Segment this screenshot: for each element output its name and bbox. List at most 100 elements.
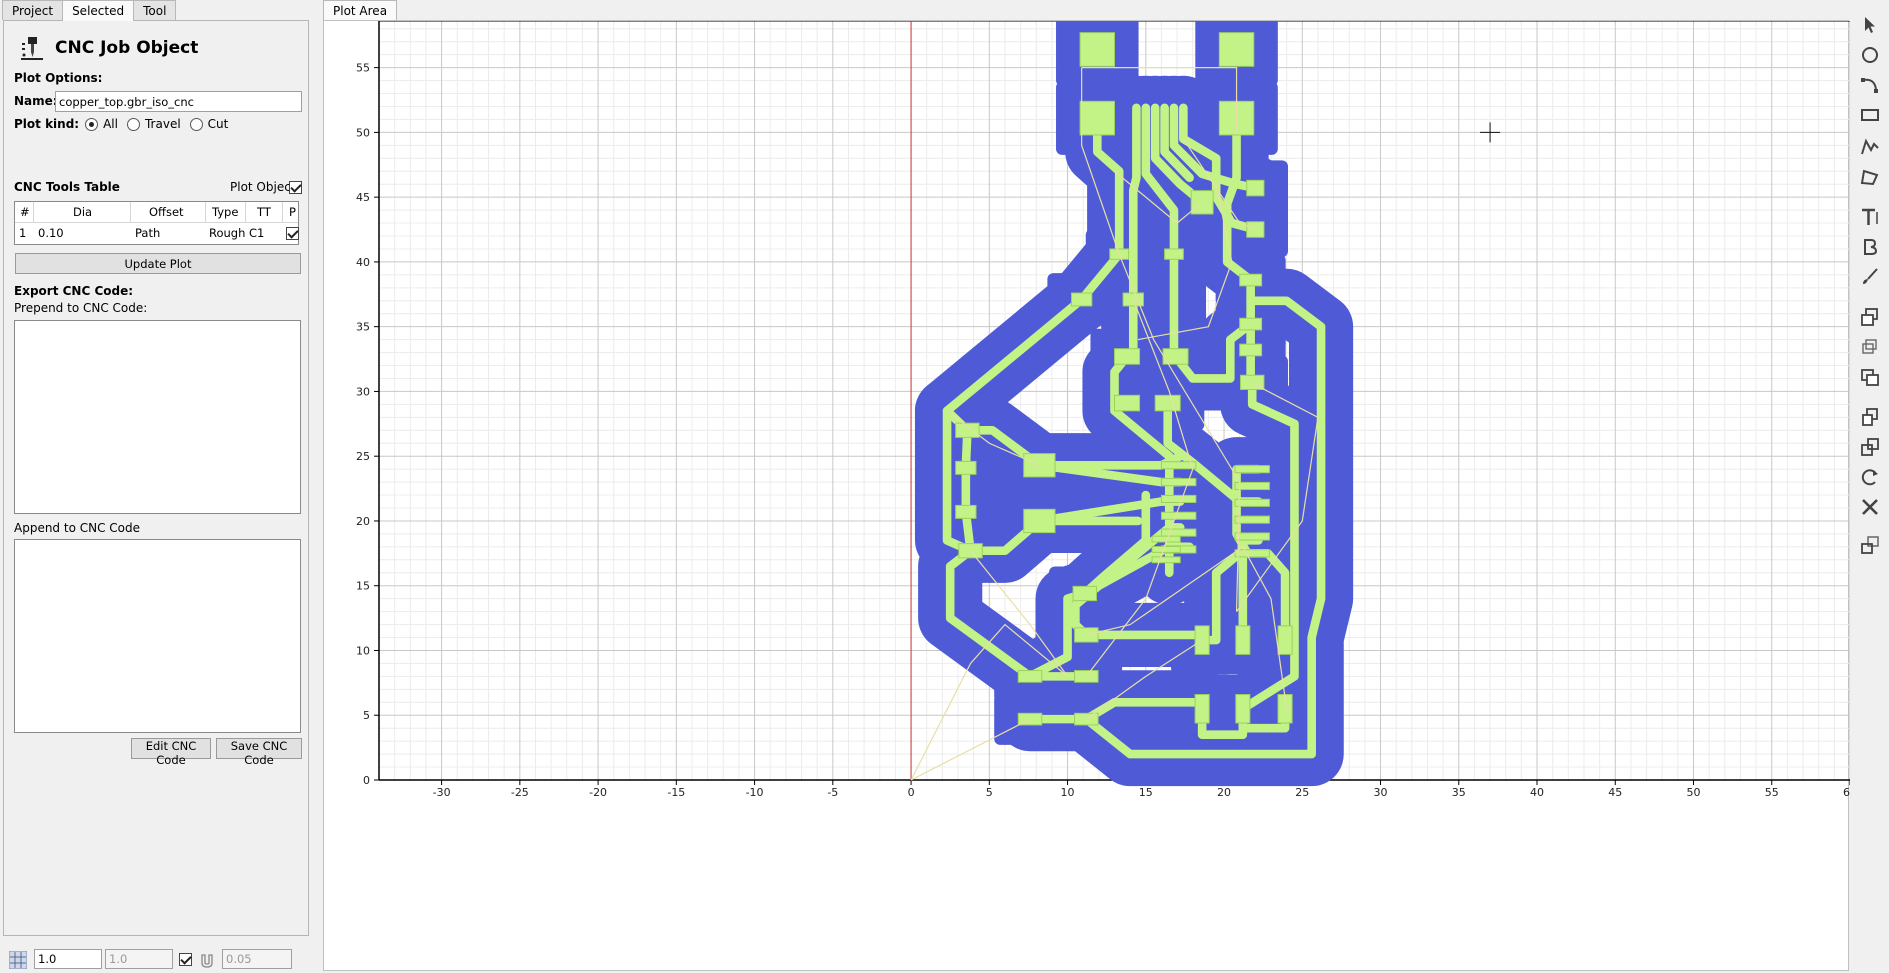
selected-properties-panel: CNC Job Object Plot Options: Name: Plot … bbox=[3, 20, 309, 936]
plot-kind-cut-radio[interactable] bbox=[189, 117, 203, 131]
rectangle-tool-icon[interactable] bbox=[1859, 104, 1881, 126]
plot-canvas[interactable]: -30 -25 -20 -15 -10 -5 0 5 10 15 20 25 30 35 40 45 50 55 6… bbox=[324, 21, 1850, 972]
copper-pad bbox=[1239, 273, 1263, 287]
buffer-tool-icon[interactable] bbox=[1859, 236, 1881, 258]
copper-pad bbox=[1114, 394, 1141, 412]
x-tick-label: -25 bbox=[511, 786, 529, 799]
plot-kind-label: Plot kind: bbox=[14, 117, 80, 131]
copper-pad bbox=[955, 460, 977, 475]
copper-pad bbox=[1070, 292, 1093, 307]
intersection-tool-icon[interactable] bbox=[1859, 336, 1881, 358]
tab-tool[interactable]: Tool bbox=[133, 0, 177, 20]
save-cnc-code-button[interactable]: Save CNC Code bbox=[216, 738, 302, 767]
delete-tool-icon[interactable] bbox=[1859, 496, 1881, 518]
text-tool-icon[interactable] bbox=[1859, 206, 1881, 228]
circle-tool-icon[interactable] bbox=[1859, 44, 1881, 66]
select-arrow-icon[interactable] bbox=[1859, 14, 1881, 36]
copper-pad bbox=[1277, 625, 1293, 655]
copper-pad bbox=[1160, 528, 1197, 537]
tool-offset-cell[interactable]: Path bbox=[135, 226, 160, 240]
copper-pad bbox=[955, 504, 977, 519]
copper-pad bbox=[1239, 317, 1263, 331]
x-tick-label: 60 bbox=[1843, 786, 1850, 799]
tool-type-cell[interactable]: Rough bbox=[209, 226, 245, 240]
object-title: CNC Job Object bbox=[19, 35, 198, 61]
tool-tt-cell[interactable]: C1 bbox=[249, 226, 264, 240]
path-tool-icon[interactable] bbox=[1859, 136, 1881, 158]
y-tick-label: 40 bbox=[356, 256, 370, 269]
copper-pad bbox=[1160, 511, 1197, 520]
x-tick-label: 0 bbox=[908, 786, 915, 799]
rotate-tool-icon[interactable] bbox=[1859, 466, 1881, 488]
cnc-tools-table-label: CNC Tools Table bbox=[14, 180, 120, 194]
col-num-header: # bbox=[20, 205, 30, 219]
tool-num-cell: 1 bbox=[19, 226, 27, 240]
x-tick-label: 20 bbox=[1217, 786, 1231, 799]
copy-tool-icon[interactable] bbox=[1859, 406, 1881, 428]
y-tick-label: 20 bbox=[356, 515, 370, 528]
copper-pad bbox=[1072, 585, 1098, 602]
col-type-header: Type bbox=[212, 205, 239, 219]
x-tick-label: 35 bbox=[1452, 786, 1466, 799]
tool-dia-cell[interactable]: 0.10 bbox=[38, 226, 64, 240]
x-tick-label: -30 bbox=[433, 786, 451, 799]
copper-pad bbox=[1246, 179, 1265, 197]
plot-kind-row: Plot kind: All Travel Cut bbox=[14, 117, 228, 131]
col-dia-header: Dia bbox=[73, 205, 93, 219]
x-tick-label: -5 bbox=[827, 786, 838, 799]
copper-pad bbox=[1079, 100, 1115, 136]
x-tick-label: 25 bbox=[1295, 786, 1309, 799]
grid-y-input[interactable] bbox=[105, 949, 173, 969]
union-tool-icon[interactable] bbox=[1859, 306, 1881, 328]
tab-selected[interactable]: Selected bbox=[62, 0, 135, 21]
snap-magnet-icon bbox=[201, 954, 213, 968]
copper-pad bbox=[1151, 546, 1181, 553]
cnc-tools-table: # Dia Offset Type TT P 1 0.10 Path Rough… bbox=[14, 201, 299, 245]
x-tick-label: 30 bbox=[1374, 786, 1388, 799]
plot-area[interactable]: -30 -25 -20 -15 -10 -5 0 5 10 15 20 25 30 35 40 45 50 55 6… bbox=[323, 20, 1850, 972]
plot-kind-all-radio[interactable] bbox=[85, 117, 99, 131]
move-tool-icon[interactable] bbox=[1859, 534, 1881, 556]
y-tick-label: 15 bbox=[356, 580, 370, 593]
prepend-textarea[interactable] bbox=[14, 320, 301, 514]
paint-tool-icon[interactable] bbox=[1859, 266, 1881, 288]
left-tab-bar: Project Selected Tool bbox=[2, 0, 177, 21]
x-tick-label: 10 bbox=[1061, 786, 1075, 799]
table-row[interactable]: 1 0.10 Path Rough C1 bbox=[15, 223, 299, 244]
copper-pad bbox=[1023, 508, 1056, 534]
copper-pad bbox=[1235, 625, 1251, 655]
copper-pad bbox=[1218, 32, 1255, 67]
polygon-tool-icon[interactable] bbox=[1859, 166, 1881, 188]
x-tick-label: -20 bbox=[589, 786, 607, 799]
copper-pad bbox=[1154, 394, 1181, 412]
col-offset-header: Offset bbox=[149, 205, 184, 219]
tab-project[interactable]: Project bbox=[2, 0, 64, 20]
snap-max-input[interactable] bbox=[222, 949, 292, 969]
grid-link-checkbox[interactable] bbox=[179, 953, 192, 966]
edit-cnc-code-button[interactable]: Edit CNC Code bbox=[131, 738, 211, 767]
copper-pad bbox=[1234, 532, 1270, 541]
copper-pad bbox=[1160, 478, 1197, 487]
append-textarea[interactable] bbox=[14, 539, 301, 733]
copper-pad bbox=[955, 422, 980, 438]
name-input[interactable] bbox=[55, 91, 302, 112]
y-tick-label: 30 bbox=[356, 385, 370, 398]
plot-kind-travel-radio[interactable] bbox=[126, 117, 140, 131]
subtract-tool-icon[interactable] bbox=[1859, 366, 1881, 388]
export-cnc-code-label: Export CNC Code: bbox=[14, 284, 134, 298]
arc-tool-icon[interactable] bbox=[1859, 74, 1881, 96]
plot-kind-travel-label: Travel bbox=[144, 117, 181, 131]
tab-plot-area[interactable]: Plot Area bbox=[323, 0, 398, 20]
copper-trace bbox=[1128, 103, 1141, 361]
copper-pad bbox=[1114, 348, 1141, 365]
crosshair-cursor-icon bbox=[1480, 122, 1501, 143]
x-tick-label: -10 bbox=[746, 786, 764, 799]
grid-x-input[interactable] bbox=[34, 949, 102, 969]
grid-snap-icon[interactable] bbox=[9, 951, 27, 969]
update-plot-button[interactable]: Update Plot bbox=[15, 253, 301, 274]
x-tick-label: -15 bbox=[667, 786, 685, 799]
plot-object-label: Plot Object bbox=[230, 180, 296, 194]
plot-object-checkbox[interactable] bbox=[289, 181, 302, 194]
transform-tool-icon[interactable] bbox=[1859, 436, 1881, 458]
tool-plot-checkbox[interactable] bbox=[286, 227, 299, 240]
